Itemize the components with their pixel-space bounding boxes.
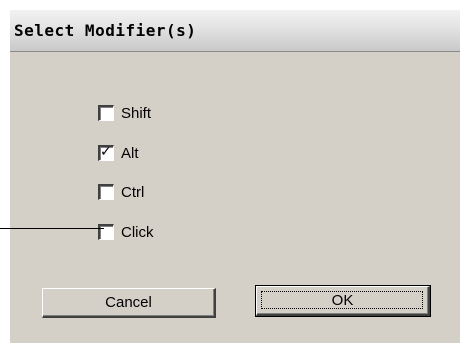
cancel-button-label: Cancel [105,294,152,311]
alt-label: Alt [121,144,139,162]
ctrl-checkbox[interactable] [98,184,114,200]
dialog-content: Shift ✓ Alt Ctrl Click Cancel OK [10,52,460,343]
dialog-title: Select Modifier(s) [14,21,197,40]
modifier-shift-option[interactable]: Shift [98,104,151,122]
title-bar[interactable]: Select Modifier(s) [10,10,460,52]
cancel-button[interactable]: Cancel [42,288,216,318]
alt-checkbox[interactable]: ✓ [98,144,114,161]
checkmark-icon: ✓ [100,144,112,160]
ok-button[interactable]: OK [255,285,431,317]
click-label: Click [121,223,154,241]
modifier-alt-option[interactable]: ✓ Alt [98,144,139,162]
modifier-click-option[interactable]: Click [98,223,154,241]
ctrl-label: Ctrl [121,183,145,201]
shift-checkbox[interactable] [98,105,114,121]
focus-rectangle [261,291,423,309]
shift-label: Shift [121,104,152,122]
modifier-ctrl-option[interactable]: Ctrl [98,183,144,201]
click-checkbox[interactable] [98,224,114,240]
annotation-pointer-line [0,228,104,229]
select-modifier-dialog: Select Modifier(s) Shift ✓ Alt Ctrl Clic… [8,8,460,343]
